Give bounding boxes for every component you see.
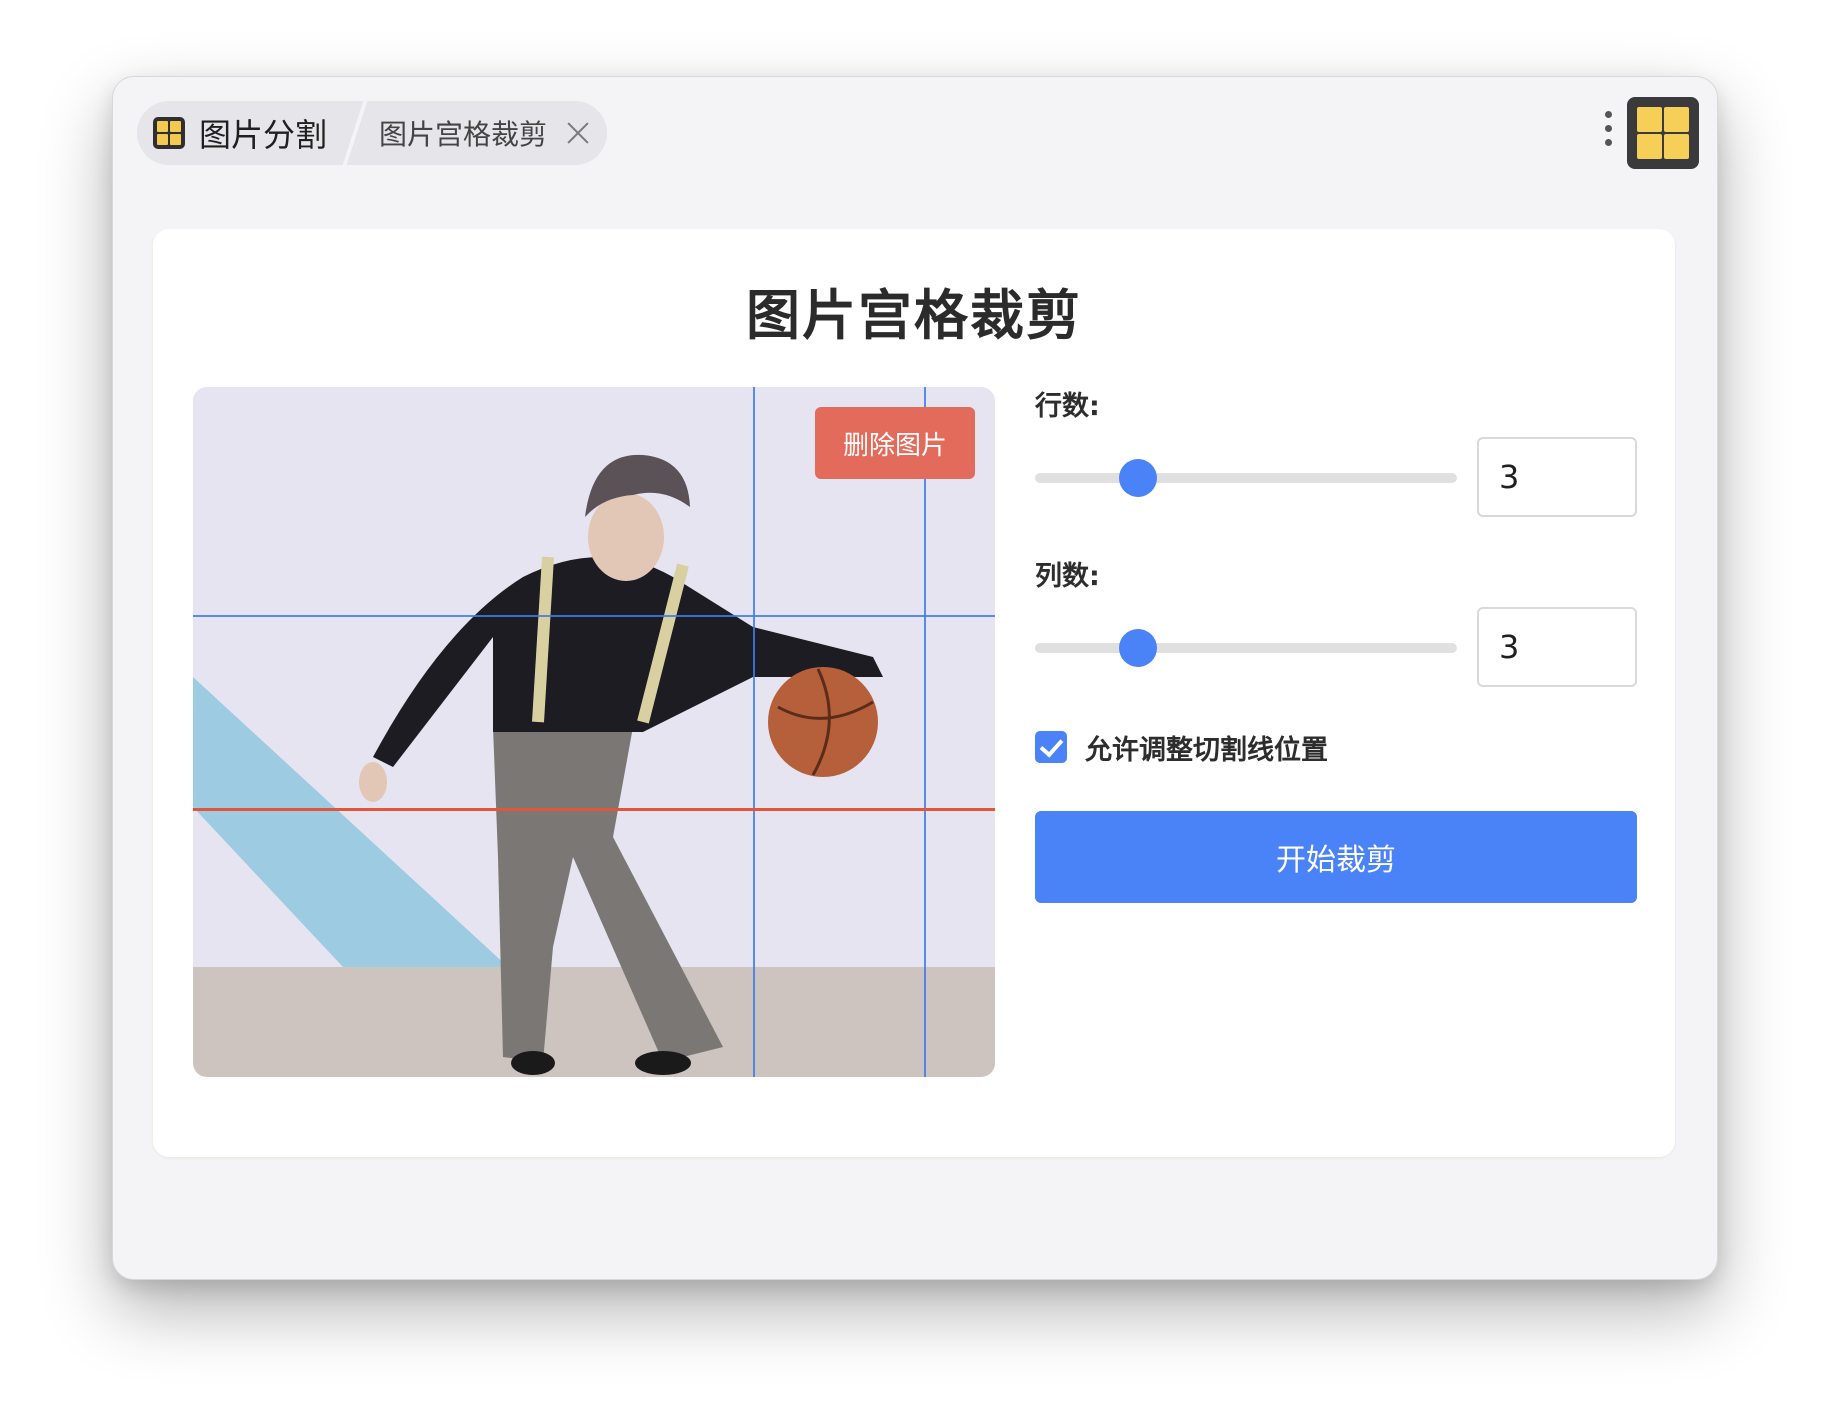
close-icon[interactable]: [565, 120, 591, 146]
grid-line-vertical[interactable]: [753, 387, 755, 1077]
cols-row: 3: [1035, 607, 1637, 687]
tab-app-label: 图片分割: [199, 116, 328, 154]
grid-line-vertical[interactable]: [924, 387, 926, 1077]
adjust-lines-checkbox[interactable]: [1035, 731, 1067, 763]
cols-slider-thumb[interactable]: [1119, 629, 1157, 667]
grid-line-horizontal[interactable]: [193, 615, 995, 617]
grid-app-icon: [153, 117, 185, 149]
tab-doc-label: 图片宫格裁剪: [379, 118, 548, 151]
rows-slider-thumb[interactable]: [1119, 459, 1157, 497]
adjust-lines-label: 允许调整切割线位置: [1085, 734, 1328, 766]
page-title: 图片宫格裁剪: [746, 284, 1082, 347]
start-crop-button[interactable]: 开始裁剪: [1035, 811, 1637, 903]
image-preview[interactable]: 删除图片: [193, 387, 995, 1077]
grid-line-horizontal-active[interactable]: [193, 808, 995, 811]
app-window: 图片分割 图片宫格裁剪 图片宫格裁剪 删除图片 行数: 3 列数: 3 允许调整…: [112, 76, 1718, 1280]
cols-slider[interactable]: [1035, 643, 1457, 653]
tab-grid-crop[interactable]: 图片宫格裁剪: [357, 101, 607, 165]
rows-slider[interactable]: [1035, 473, 1457, 483]
cols-label: 列数:: [1035, 561, 1100, 592]
rows-row: 3: [1035, 437, 1637, 517]
grid-menu-button[interactable]: [1627, 97, 1699, 169]
main-card: 图片宫格裁剪 删除图片 行数: 3 列数: 3 允许调整切割线位置 开始裁剪: [153, 229, 1675, 1157]
rows-input[interactable]: 3: [1477, 437, 1637, 517]
tab-app[interactable]: 图片分割: [137, 101, 353, 165]
controls-panel: 行数: 3 列数: 3 允许调整切割线位置 开始裁剪: [1035, 387, 1637, 903]
adjust-lines-option[interactable]: 允许调整切割线位置: [1035, 727, 1637, 767]
more-vertical-icon[interactable]: [1605, 111, 1613, 153]
tab-bar: 图片分割 图片宫格裁剪: [137, 101, 608, 165]
delete-image-button[interactable]: 删除图片: [815, 407, 975, 479]
cols-input[interactable]: 3: [1477, 607, 1637, 687]
rows-label: 行数:: [1035, 391, 1100, 422]
preview-photo: [193, 387, 995, 1077]
